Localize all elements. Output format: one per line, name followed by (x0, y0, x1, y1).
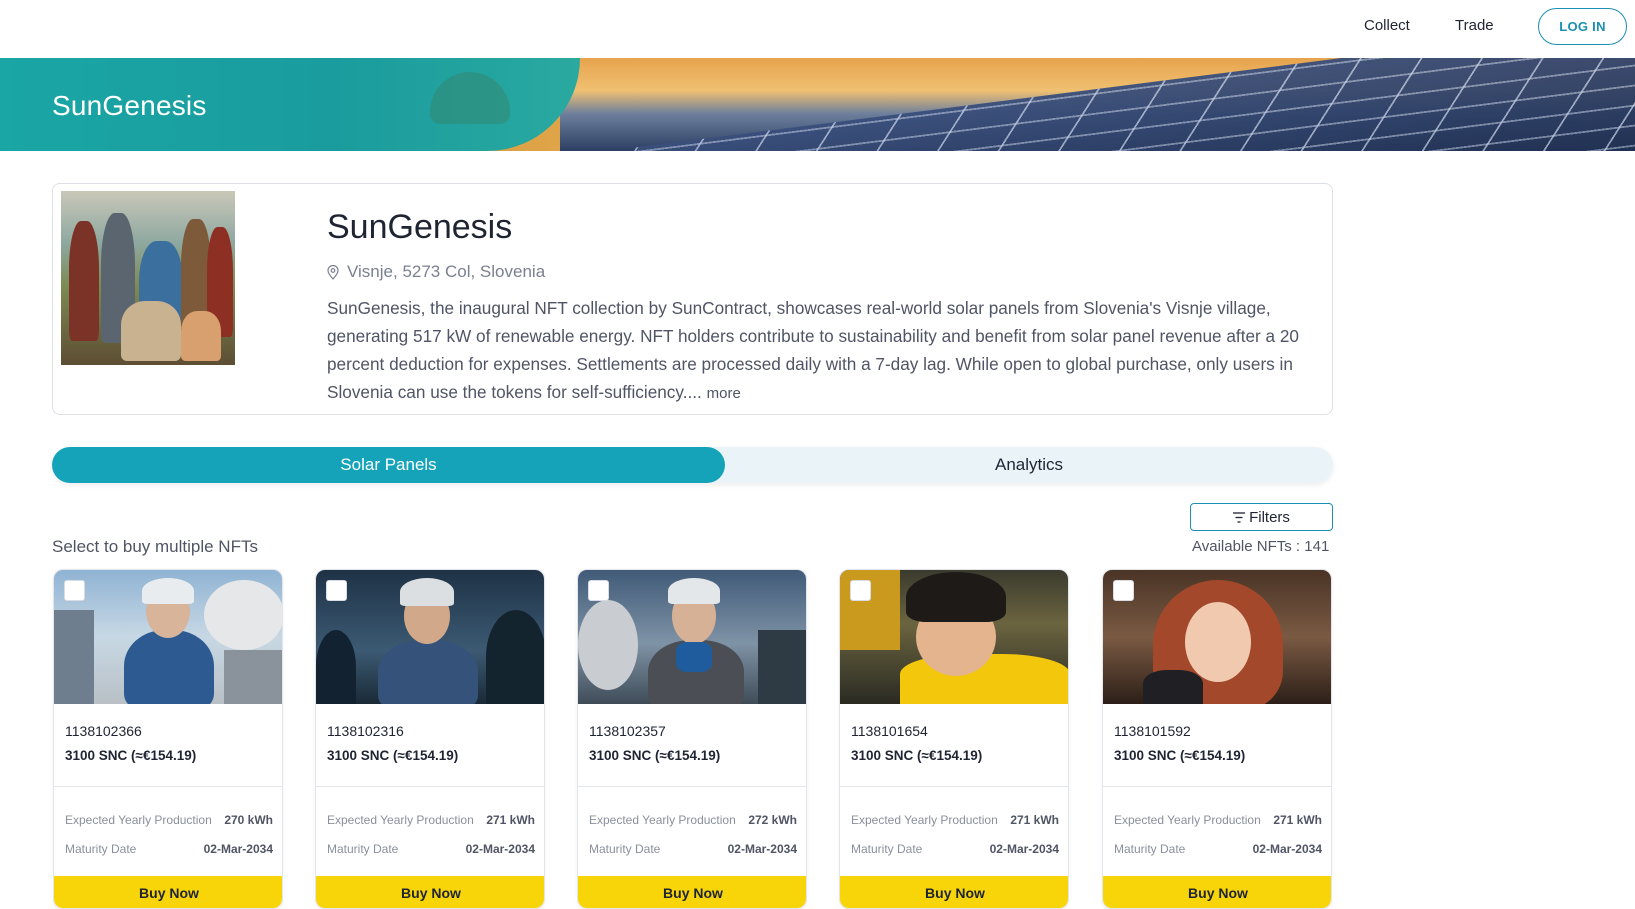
collection-title: SunGenesis (327, 208, 513, 246)
filters-button[interactable]: Filters (1190, 503, 1333, 531)
nft-select-checkbox[interactable] (850, 580, 871, 601)
nft-divider (1103, 786, 1331, 787)
nft-id: 1138101654 (851, 723, 928, 739)
location-pin-icon (327, 264, 339, 280)
nft-card[interactable]: 1138101592 3100 SNC (≈€154.19) Expected … (1102, 569, 1332, 909)
nft-select-checkbox[interactable] (1113, 580, 1134, 601)
nft-maturity-row: Maturity Date 02-Mar-2034 (851, 842, 1059, 856)
production-value: 272 kWh (748, 813, 797, 827)
more-link[interactable]: more (707, 385, 741, 402)
buy-now-button[interactable]: Buy Now (316, 876, 544, 908)
nft-production-row: Expected Yearly Production 271 kWh (327, 813, 535, 827)
nft-price: 3100 SNC (≈€154.19) (327, 748, 459, 763)
nft-maturity-row: Maturity Date 02-Mar-2034 (1114, 842, 1322, 856)
maturity-label: Maturity Date (1114, 842, 1186, 856)
buy-now-button[interactable]: Buy Now (1103, 876, 1331, 908)
collection-description-text: SunGenesis, the inaugural NFT collection… (327, 298, 1299, 402)
top-nav: Collect Trade LOG IN (0, 0, 1635, 58)
nft-select-checkbox[interactable] (588, 580, 609, 601)
tab-analytics[interactable]: Analytics (725, 447, 1333, 483)
collection-location-text: Visnje, 5273 Col, Slovenia (347, 262, 546, 281)
maturity-value: 02-Mar-2034 (727, 842, 797, 856)
nft-id: 1138102366 (65, 723, 142, 739)
banner-title: SunGenesis (52, 90, 207, 121)
nft-image (578, 570, 806, 704)
filter-icon (1233, 511, 1246, 523)
available-nfts-count: Available NFTs : 141 (1192, 538, 1330, 555)
maturity-label: Maturity Date (589, 842, 661, 856)
nft-image (1103, 570, 1331, 704)
nft-production-row: Expected Yearly Production 270 kWh (65, 813, 273, 827)
maturity-value: 02-Mar-2034 (465, 842, 535, 856)
nft-production-row: Expected Yearly Production 272 kWh (589, 813, 797, 827)
production-label: Expected Yearly Production (589, 813, 736, 827)
maturity-value: 02-Mar-2034 (1252, 842, 1322, 856)
collection-location: Visnje, 5273 Col, Slovenia (327, 262, 545, 282)
production-label: Expected Yearly Production (1114, 813, 1261, 827)
nft-maturity-row: Maturity Date 02-Mar-2034 (589, 842, 797, 856)
nav-collect-link[interactable]: Collect (1364, 17, 1410, 34)
select-multiple-label: Select to buy multiple NFTs (52, 537, 258, 556)
collection-tabs: Solar Panels Analytics (52, 447, 1333, 483)
nft-production-row: Expected Yearly Production 271 kWh (851, 813, 1059, 827)
nft-card[interactable]: 1138101654 3100 SNC (≈€154.19) Expected … (839, 569, 1069, 909)
nft-price: 3100 SNC (≈€154.19) (851, 748, 983, 763)
collection-banner: SunGenesis (0, 58, 1635, 151)
nft-divider (840, 786, 1068, 787)
buy-now-button[interactable]: Buy Now (840, 876, 1068, 908)
nft-image (316, 570, 544, 704)
buy-now-button[interactable]: Buy Now (578, 876, 806, 908)
production-value: 271 kWh (1010, 813, 1059, 827)
filters-label: Filters (1249, 508, 1290, 526)
production-value: 271 kWh (486, 813, 535, 827)
buy-now-button[interactable]: Buy Now (54, 876, 282, 908)
nft-id: 1138102316 (327, 723, 404, 739)
nft-divider (54, 786, 282, 787)
production-label: Expected Yearly Production (851, 813, 998, 827)
maturity-value: 02-Mar-2034 (989, 842, 1059, 856)
maturity-label: Maturity Date (65, 842, 137, 856)
maturity-label: Maturity Date (327, 842, 399, 856)
collection-info-card: SunGenesis Visnje, 5273 Col, Slovenia Su… (52, 183, 1333, 415)
nft-select-checkbox[interactable] (64, 580, 85, 601)
nft-production-row: Expected Yearly Production 271 kWh (1114, 813, 1322, 827)
production-value: 271 kWh (1273, 813, 1322, 827)
collection-image (61, 191, 235, 365)
maturity-value: 02-Mar-2034 (203, 842, 273, 856)
nft-image (54, 570, 282, 704)
nft-card[interactable]: 1138102316 3100 SNC (≈€154.19) Expected … (315, 569, 545, 909)
nav-trade-link[interactable]: Trade (1455, 17, 1494, 34)
production-label: Expected Yearly Production (65, 813, 212, 827)
login-button[interactable]: LOG IN (1538, 8, 1627, 45)
nft-maturity-row: Maturity Date 02-Mar-2034 (327, 842, 535, 856)
production-label: Expected Yearly Production (327, 813, 474, 827)
nft-price: 3100 SNC (≈€154.19) (1114, 748, 1246, 763)
nft-select-checkbox[interactable] (326, 580, 347, 601)
nft-id: 1138102357 (589, 723, 666, 739)
tab-solar-panels[interactable]: Solar Panels (52, 447, 725, 483)
nft-divider (578, 786, 806, 787)
production-value: 270 kWh (224, 813, 273, 827)
nft-divider (316, 786, 544, 787)
collection-description: SunGenesis, the inaugural NFT collection… (327, 294, 1322, 408)
nft-card[interactable]: 1138102366 3100 SNC (≈€154.19) Expected … (53, 569, 283, 909)
nft-maturity-row: Maturity Date 02-Mar-2034 (65, 842, 273, 856)
nft-image (840, 570, 1068, 704)
maturity-label: Maturity Date (851, 842, 923, 856)
nft-id: 1138101592 (1114, 723, 1191, 739)
nft-price: 3100 SNC (≈€154.19) (65, 748, 197, 763)
nft-card[interactable]: 1138102357 3100 SNC (≈€154.19) Expected … (577, 569, 807, 909)
nft-price: 3100 SNC (≈€154.19) (589, 748, 721, 763)
